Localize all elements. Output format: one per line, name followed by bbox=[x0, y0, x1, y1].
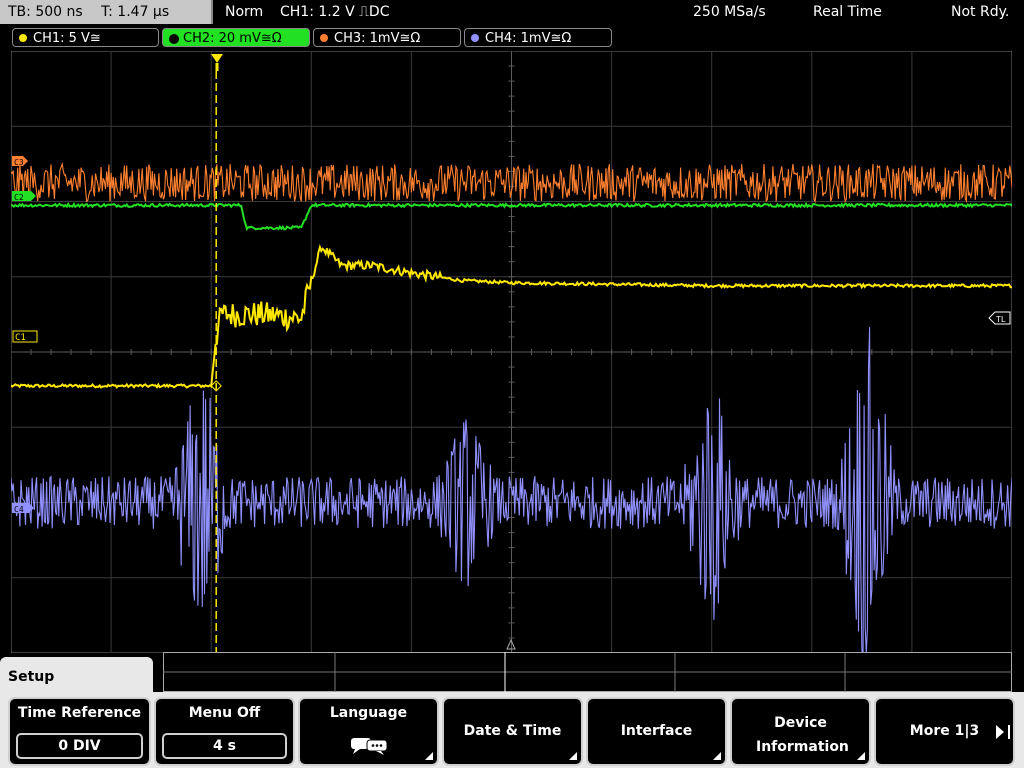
time-reference-value: 0 DIV bbox=[16, 733, 143, 759]
submenu-corner-icon bbox=[857, 752, 865, 760]
svg-text:C4: C4 bbox=[14, 505, 24, 514]
zoom-grid-strip bbox=[163, 652, 1012, 692]
sample-rate: 250 MSa/s bbox=[693, 4, 766, 20]
waveform-display[interactable]: C3 C2 C1 C4 TL bbox=[11, 51, 1012, 653]
tab-ch1[interactable]: CH1: 5 V≅ bbox=[12, 28, 159, 47]
tab-ch4[interactable]: CH4: 1mV≅Ω bbox=[464, 28, 612, 47]
acquisition-mode: Real Time bbox=[813, 4, 882, 20]
status-bar: Norm CH1: 1.2 V ⎍DC 250 MSa/s Real Time … bbox=[215, 0, 1024, 24]
submenu-corner-icon bbox=[425, 752, 433, 760]
language-label: Language bbox=[329, 705, 408, 721]
timebase-value: TB: 500 ns bbox=[8, 4, 83, 20]
tab-ch3[interactable]: CH3: 1mV≅Ω bbox=[313, 28, 461, 47]
ch2-dot-icon bbox=[169, 34, 179, 44]
acquisition-state: Not Rdy. bbox=[951, 4, 1010, 20]
ch2-label: CH2: 20 mV≅Ω bbox=[183, 31, 282, 46]
interface-label: Interface bbox=[620, 723, 693, 739]
next-page-arrow-icon bbox=[996, 725, 1004, 739]
menu-off-value: 4 s bbox=[162, 733, 287, 759]
time-reference-button[interactable]: Time Reference 0 DIV bbox=[8, 697, 151, 766]
menu-title: Setup bbox=[8, 669, 55, 685]
ch4-dot-icon bbox=[471, 34, 479, 42]
more-label: More 1|3 bbox=[909, 723, 980, 739]
menu-off-label: Menu Off bbox=[188, 705, 261, 721]
submenu-corner-icon bbox=[713, 752, 721, 760]
language-button[interactable]: Language bbox=[298, 697, 439, 766]
submenu-corner-icon bbox=[569, 752, 577, 760]
svg-text:C3: C3 bbox=[14, 158, 24, 167]
timebase-panel[interactable]: TB: 500 ns T: 1.47 µs bbox=[0, 0, 213, 24]
more-button[interactable]: More 1|3 bbox=[874, 697, 1015, 766]
interface-button[interactable]: Interface bbox=[586, 697, 727, 766]
ch3-dot-icon bbox=[320, 34, 328, 42]
ch3-label: CH3: 1mV≅Ω bbox=[334, 31, 421, 46]
ch4-label: CH4: 1mV≅Ω bbox=[485, 31, 572, 46]
menu-off-button[interactable]: Menu Off 4 s bbox=[154, 697, 295, 766]
trigger-mode[interactable]: Norm bbox=[225, 0, 263, 24]
date-time-label: Date & Time bbox=[463, 723, 562, 739]
menu-title-tab: Setup bbox=[0, 657, 153, 697]
tab-ch2[interactable]: CH2: 20 mV≅Ω bbox=[162, 28, 310, 47]
ch1-dot-icon bbox=[19, 34, 27, 42]
trigger-source[interactable]: CH1: 1.2 V ⎍DC bbox=[280, 0, 389, 24]
next-page-bar-icon bbox=[1008, 725, 1010, 739]
device-information-label: Device Information bbox=[756, 715, 849, 755]
device-information-button[interactable]: Device Information bbox=[730, 697, 871, 766]
date-time-button[interactable]: Date & Time bbox=[442, 697, 583, 766]
svg-text:TL: TL bbox=[996, 315, 1006, 324]
speech-bubble-icon bbox=[350, 738, 387, 755]
time-reference-label: Time Reference bbox=[17, 705, 142, 721]
svg-text:C1: C1 bbox=[15, 333, 26, 343]
svg-text:C2: C2 bbox=[14, 193, 24, 202]
ch1-label: CH1: 5 V≅ bbox=[33, 31, 101, 46]
trigger-time-value: T: 1.47 µs bbox=[101, 4, 170, 20]
